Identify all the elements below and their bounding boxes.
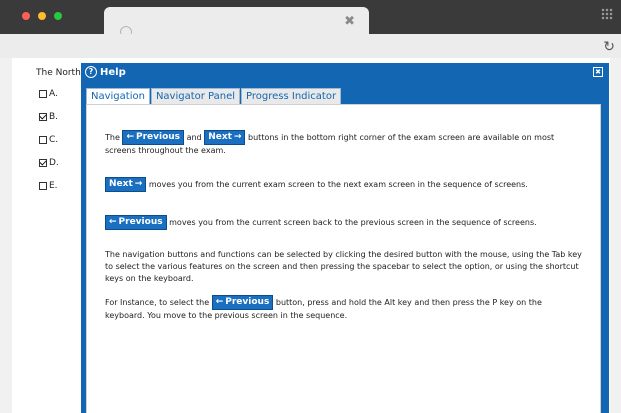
- help-tabs: Navigation Navigator Panel Progress Indi…: [86, 88, 342, 104]
- checkbox-icon[interactable]: [39, 90, 47, 98]
- help-title: Help: [100, 66, 126, 78]
- tab-navigator-panel[interactable]: Navigator Panel: [150, 88, 241, 104]
- option-label: D.: [49, 158, 59, 168]
- previous-label: Previous: [225, 297, 270, 307]
- answer-option[interactable]: C.: [39, 135, 58, 145]
- help-paragraph-1: The ← Previous and Next → buttons in the b…: [105, 130, 583, 157]
- checkbox-icon[interactable]: [39, 182, 47, 190]
- checked-checkbox-icon[interactable]: [39, 159, 47, 167]
- p1-pre: The: [105, 133, 120, 142]
- help-paragraph-5: For Instance, to select the ← Previous bu…: [105, 295, 583, 322]
- previous-button-example[interactable]: ← Previous: [122, 130, 185, 145]
- window-controls: [22, 12, 62, 20]
- p5-pre: For Instance, to select the: [105, 298, 210, 307]
- help-paragraph-2: Next → moves you from the current exam sc…: [105, 177, 583, 192]
- tab-close-icon[interactable]: ✖: [344, 14, 355, 29]
- answer-option[interactable]: B.: [39, 112, 58, 122]
- next-label: Next: [208, 132, 232, 142]
- checked-checkbox-icon[interactable]: [39, 113, 47, 121]
- arrow-left-icon: ←: [215, 297, 224, 307]
- tab-navigation[interactable]: Navigation: [86, 88, 150, 104]
- close-window-button[interactable]: [22, 12, 30, 20]
- previous-button-example-3[interactable]: ← Previous: [211, 295, 274, 310]
- reload-icon[interactable]: ↻: [603, 39, 615, 55]
- help-title-bar: ? Help: [85, 66, 126, 78]
- help-paragraph-4: The navigation buttons and functions can…: [105, 250, 582, 283]
- help-dialog: ? Help ✖ Navigation Navigator Panel Prog…: [81, 63, 609, 413]
- next-button-example[interactable]: Next →: [204, 130, 246, 145]
- address-bar[interactable]: [0, 34, 621, 58]
- checkbox-icon[interactable]: [39, 136, 47, 144]
- grid-menu-icon[interactable]: [601, 8, 613, 20]
- previous-label: Previous: [135, 132, 181, 142]
- tab-progress-indicator[interactable]: Progress Indicator: [241, 88, 342, 104]
- previous-button-example-2[interactable]: ← Previous: [105, 215, 167, 230]
- p3-post: moves you from the current screen back t…: [169, 218, 537, 227]
- previous-label: Previous: [118, 217, 163, 227]
- maximize-window-button[interactable]: [54, 12, 62, 20]
- p2-post: moves you from the current exam screen t…: [148, 180, 528, 189]
- next-label: Next: [109, 179, 133, 189]
- help-paragraph-3: ← Previous moves you from the current scr…: [105, 215, 583, 230]
- exam-page: The North A. B. C. D. E. ? Help ✖ Navigation…: [12, 58, 610, 413]
- p1-mid: and: [186, 133, 202, 142]
- minimize-window-button[interactable]: [38, 12, 46, 20]
- next-button-example-2[interactable]: Next →: [105, 177, 147, 192]
- option-label: C.: [49, 135, 59, 145]
- arrow-right-icon: →: [233, 132, 242, 142]
- answer-option[interactable]: A.: [39, 89, 58, 99]
- help-icon: ?: [85, 66, 97, 78]
- question-text: The North: [36, 68, 81, 78]
- option-label: E.: [49, 181, 58, 191]
- option-label: B.: [49, 112, 59, 122]
- arrow-left-icon: ←: [109, 217, 117, 227]
- option-label: A.: [49, 89, 58, 99]
- arrow-left-icon: ←: [126, 132, 134, 142]
- arrow-right-icon: →: [134, 179, 143, 189]
- exam-question-panel: The North A. B. C. D. E.: [12, 58, 92, 413]
- help-content: The ← Previous and Next → buttons in the b…: [86, 104, 601, 413]
- answer-option[interactable]: E.: [39, 181, 58, 191]
- help-close-button[interactable]: ✖: [593, 67, 603, 77]
- answer-option[interactable]: D.: [39, 158, 59, 168]
